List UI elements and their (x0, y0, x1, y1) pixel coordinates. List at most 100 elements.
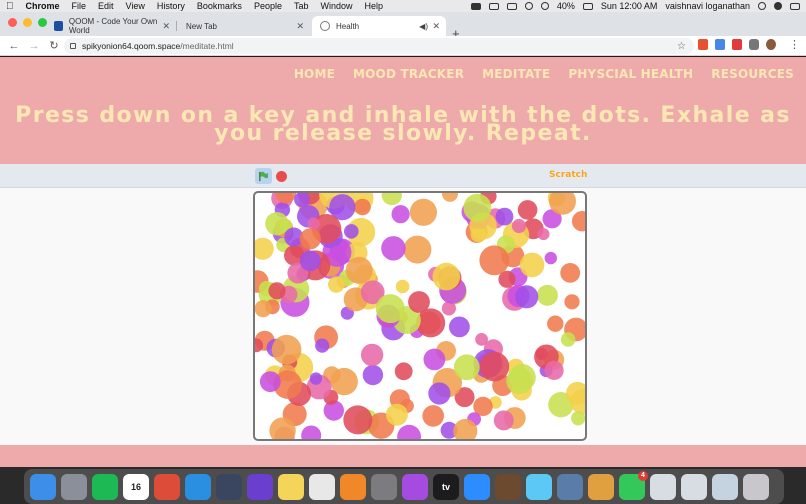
downloads-icon[interactable] (712, 473, 738, 500)
status-screen-icon[interactable] (506, 2, 517, 10)
status-temp-icon[interactable] (488, 2, 499, 10)
scratch-stage[interactable] (253, 191, 587, 441)
menu-bookmarks[interactable]: Bookmarks (197, 1, 242, 11)
extension-red-icon[interactable] (732, 39, 742, 50)
tab-title: New Tab (186, 21, 217, 31)
zoom-icon[interactable] (464, 473, 490, 500)
menu-window[interactable]: Window (320, 1, 352, 11)
stop-sign-button[interactable] (276, 171, 287, 182)
spotify-icon[interactable] (92, 473, 118, 500)
menu-edit[interactable]: Edit (98, 1, 114, 11)
puzzle-extensions-icon[interactable] (749, 39, 759, 50)
apple-tv-icon[interactable]: tv (433, 473, 459, 500)
menu-file[interactable]: File (72, 1, 87, 11)
breathing-dot (547, 315, 564, 332)
forward-button[interactable]: → (28, 40, 40, 52)
translate-icon[interactable] (715, 39, 725, 50)
siri-icon[interactable] (774, 2, 782, 10)
tab-qoom[interactable]: QOOM - Code Your Own World ✕ (46, 16, 177, 36)
macos-dock: 16 tv 4 (24, 469, 784, 504)
chrome-icon[interactable] (154, 473, 180, 500)
user-name[interactable]: vaishnavi loganathan (665, 1, 750, 11)
menu-help[interactable]: Help (365, 1, 384, 11)
window-icon-2[interactable] (681, 473, 707, 500)
breathing-dot (381, 193, 402, 206)
messages-icon[interactable] (526, 473, 552, 500)
launchpad-icon[interactable] (61, 473, 87, 500)
breathing-dot (315, 338, 330, 353)
reload-button[interactable]: ↻ (48, 39, 60, 52)
breathing-dot (453, 354, 480, 381)
imovie-icon[interactable] (247, 473, 273, 500)
preview-icon[interactable] (557, 473, 583, 500)
system-preferences-icon[interactable] (371, 473, 397, 500)
close-tab-icon[interactable]: ✕ (432, 21, 440, 32)
breathing-dot (385, 403, 408, 426)
bluetooth-icon[interactable] (524, 2, 533, 10)
breathing-dot (409, 198, 437, 226)
close-window-icon[interactable] (8, 18, 17, 27)
close-tab-icon[interactable]: ✕ (296, 21, 304, 32)
textedit-icon[interactable] (309, 473, 335, 500)
breathing-dot (495, 207, 514, 226)
address-bar[interactable]: spikyonion64.qoom.space/meditate.html ☆ (64, 38, 694, 54)
nav-mood-tracker[interactable]: MOOD TRACKER (353, 67, 464, 81)
facetime-icon[interactable]: 4 (619, 470, 648, 500)
tab-health[interactable]: Health ◀) ✕ (312, 16, 446, 36)
breathing-dot (395, 279, 410, 294)
speaker-icon[interactable]: ◀) (419, 22, 428, 31)
back-button[interactable]: ← (8, 40, 20, 52)
scratch-controls-bar: Scratch (0, 164, 806, 188)
browser-menu-icon[interactable]: ⋮ (789, 38, 800, 51)
menu-chrome[interactable]: Chrome (26, 1, 60, 11)
close-tab-icon[interactable]: ✕ (162, 21, 170, 32)
site-nav: HOME MOOD TRACKER MEDITATE PHYSCIAL HEAL… (294, 67, 794, 81)
menu-tab[interactable]: Tab (294, 1, 309, 11)
nav-home[interactable]: HOME (294, 67, 335, 81)
tab-new-tab[interactable]: New Tab ✕ (178, 16, 310, 36)
podcasts-icon[interactable] (402, 473, 428, 500)
books-icon[interactable] (340, 473, 366, 500)
menu-people[interactable]: People (254, 1, 282, 11)
quicktime-icon[interactable] (216, 473, 242, 500)
control-center-icon[interactable] (790, 2, 800, 10)
bookmark-star-icon[interactable]: ☆ (677, 41, 686, 52)
archive-icon[interactable] (588, 473, 614, 500)
trash-icon[interactable] (743, 473, 769, 500)
finder-icon[interactable] (30, 473, 56, 500)
menu-history[interactable]: History (157, 1, 185, 11)
breathing-dot (391, 205, 410, 224)
safari-icon[interactable] (185, 473, 211, 500)
web-page: HOME MOOD TRACKER MEDITATE PHYSCIAL HEAL… (0, 57, 806, 467)
breathing-dot (375, 294, 405, 324)
profile-avatar[interactable] (766, 39, 776, 50)
breathing-dot (307, 217, 320, 230)
spotlight-search-icon[interactable] (758, 2, 766, 10)
apple-menu-icon[interactable]:  (6, 1, 14, 12)
calendar-icon[interactable]: 16 (123, 473, 149, 500)
green-flag-button[interactable] (255, 168, 272, 184)
status-app-icon[interactable] (470, 2, 481, 10)
scratch-logo[interactable]: Scratch (549, 170, 587, 180)
battery-percent[interactable]: 40% (557, 1, 575, 11)
breathing-dot (449, 316, 470, 338)
clock[interactable]: Sun 12:00 AM (601, 1, 658, 11)
menu-view[interactable]: View (126, 1, 145, 11)
green-flag-icon (259, 171, 269, 181)
notes-icon[interactable] (278, 473, 304, 500)
instruments-icon[interactable] (495, 473, 521, 500)
brave-shield-icon[interactable] (698, 39, 708, 50)
breathing-dot (330, 245, 346, 261)
breathing-dot (360, 343, 384, 367)
battery-icon[interactable] (582, 2, 593, 10)
breathing-dot (544, 360, 564, 380)
minimize-window-icon[interactable] (23, 18, 32, 27)
nav-meditate[interactable]: MEDITATE (482, 67, 550, 81)
extensions (698, 39, 776, 50)
window-icon[interactable] (650, 473, 676, 500)
nav-resources[interactable]: RESOURCES (711, 67, 794, 81)
lock-icon[interactable] (70, 43, 76, 49)
wifi-icon[interactable] (540, 2, 549, 10)
breathing-dot (345, 256, 373, 284)
nav-physcial-health[interactable]: PHYSCIAL HEALTH (568, 67, 693, 81)
